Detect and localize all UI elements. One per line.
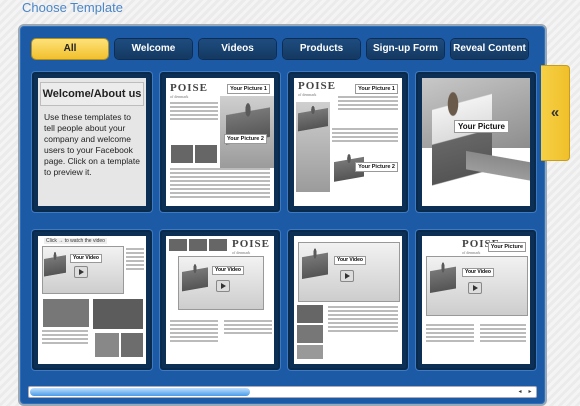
welcome-card-title: Welcome/About us [40, 82, 144, 106]
template-thumbnail-video-2[interactable]: POISE of denmark Your Video [160, 230, 280, 370]
scroll-right-arrow-icon[interactable]: ▸ [526, 388, 534, 396]
your-video-label: Your Video [212, 266, 244, 275]
tab-products[interactable]: Products [283, 39, 360, 59]
poise-logo-sub: of denmark [298, 92, 317, 97]
your-picture-label: Your Picture [454, 120, 509, 133]
your-picture-1-label: Your Picture 1 [355, 84, 398, 94]
play-icon [340, 270, 354, 282]
welcome-card-description: Use these templates to tell people about… [44, 112, 140, 177]
dialog-title: Choose Template [22, 0, 123, 15]
play-icon [74, 266, 88, 278]
template-thumbnail-video-1[interactable]: Click → to watch the video Your Video [32, 230, 152, 370]
model-figure [226, 100, 270, 166]
category-tabs: All Welcome Videos Products Sign-up Form… [32, 39, 528, 59]
your-video-label: Your Video [334, 256, 366, 265]
your-picture-2-label: Your Picture 2 [224, 134, 267, 144]
tab-all[interactable]: All [32, 39, 108, 59]
your-picture-label: Your Picture [487, 242, 526, 252]
your-picture-2-label: Your Picture 2 [355, 162, 398, 172]
your-video-label: Your Video [462, 268, 494, 277]
template-thumbnail-welcome-1[interactable]: POISE of denmark Your Picture 1 Your Pic… [160, 72, 280, 212]
tab-welcome[interactable]: Welcome [115, 39, 192, 59]
welcome-info-card: Welcome/About us Use these templates to … [32, 72, 152, 212]
poise-logo-sub: of denmark [231, 250, 251, 255]
poise-logo: POISE [298, 80, 337, 92]
template-thumbnail-video-4[interactable]: POISE of denmark Your Picture Your Video [416, 230, 536, 370]
template-thumbnail-welcome-2[interactable]: POISE of denmark Your Picture 1 Your Pic… [288, 72, 408, 212]
template-thumbnail-video-3[interactable]: Your Video [288, 230, 408, 370]
play-icon [216, 280, 230, 292]
tab-videos[interactable]: Videos [199, 39, 276, 59]
your-picture-1-label: Your Picture 1 [227, 84, 270, 94]
poise-logo: POISE [170, 82, 209, 94]
tab-reveal-content[interactable]: Reveal Content [451, 39, 528, 59]
tab-signup-form[interactable]: Sign-up Form [367, 39, 444, 59]
poise-logo-sub: of denmark [170, 94, 189, 99]
click-to-watch-label: Click → to watch the video [44, 238, 107, 244]
collapse-panel-button[interactable]: « [541, 65, 570, 161]
your-video-label: Your Video [70, 254, 102, 263]
play-icon [468, 282, 482, 294]
scroll-left-arrow-icon[interactable]: ◂ [516, 388, 524, 396]
template-thumbnail-welcome-3[interactable]: Your Picture [416, 72, 536, 212]
horizontal-scrollbar[interactable]: ◂ ▸ [28, 386, 537, 398]
poise-logo: POISE [231, 238, 270, 250]
scrollbar-thumb[interactable] [30, 388, 250, 396]
double-chevron-left-icon: « [550, 104, 560, 121]
template-chooser-panel: All Welcome Videos Products Sign-up Form… [18, 24, 547, 406]
